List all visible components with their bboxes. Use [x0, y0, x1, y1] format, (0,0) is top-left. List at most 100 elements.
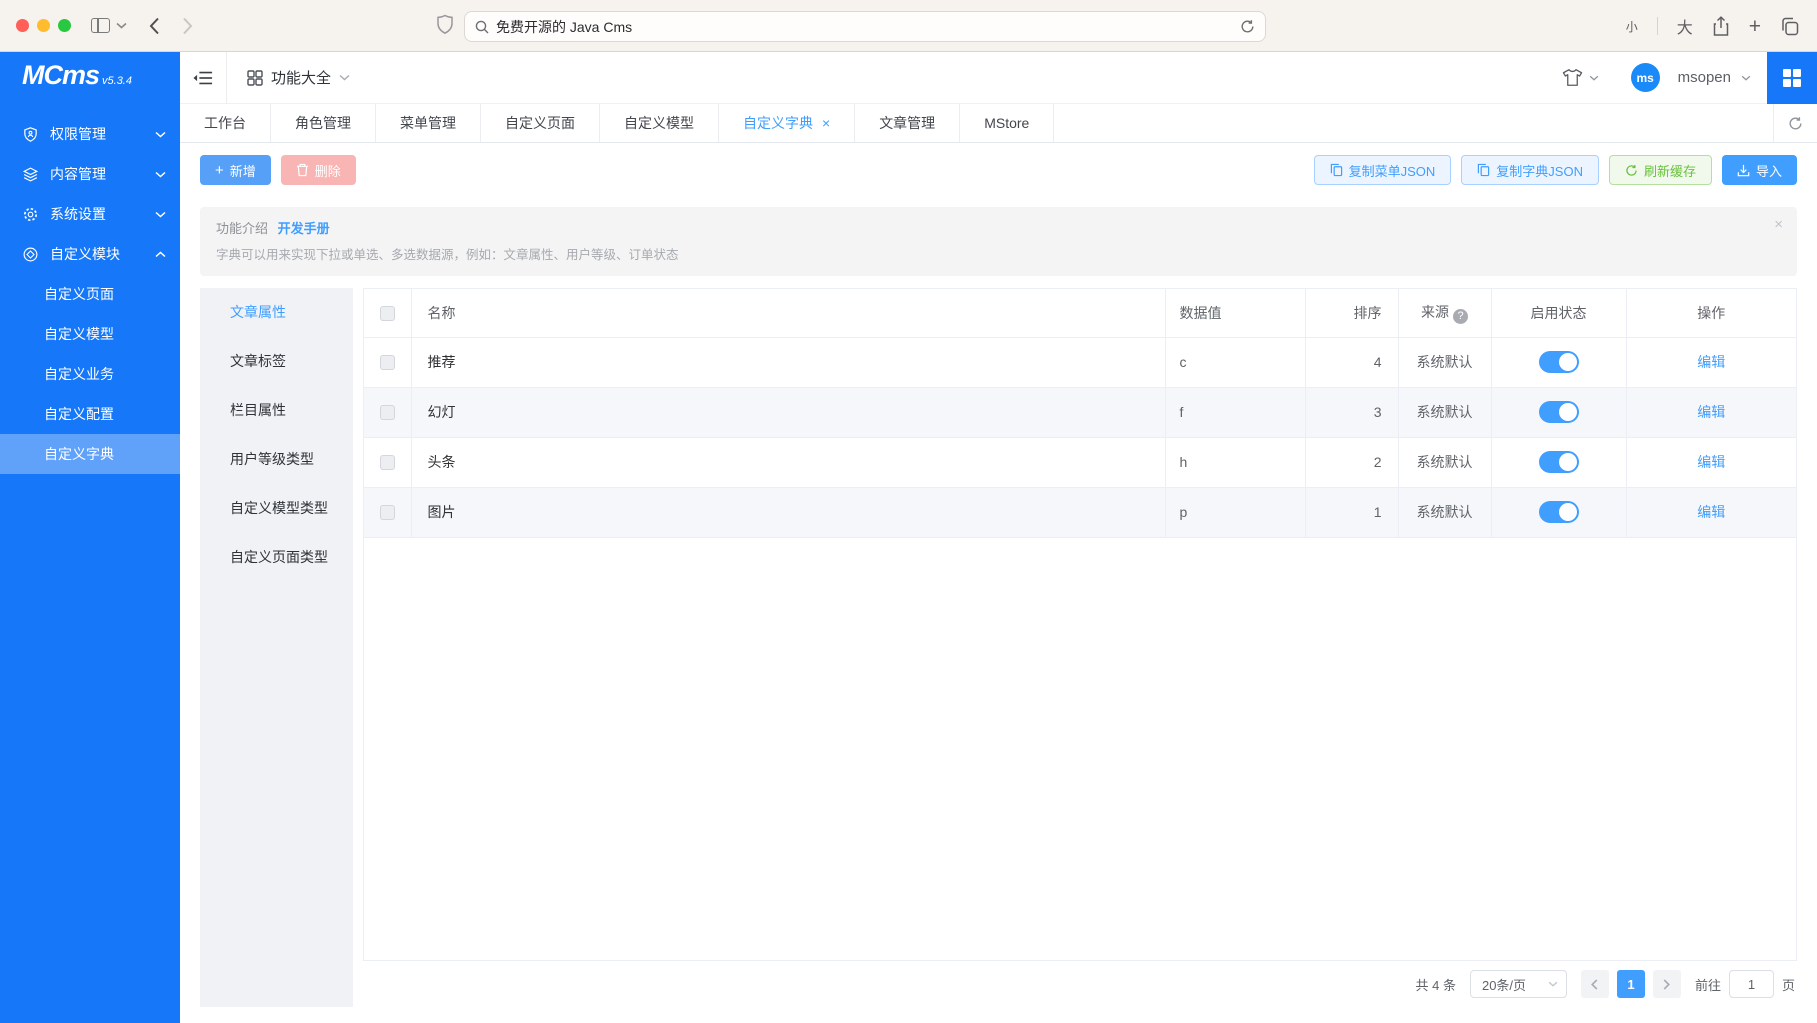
row-checkbox[interactable]: [380, 355, 395, 370]
header-checkbox-cell: [364, 289, 411, 337]
apps-grid-icon: [247, 70, 263, 86]
header-source: 来源?: [1398, 289, 1491, 337]
sidebar-item-permissions[interactable]: 权限管理: [0, 114, 180, 154]
sidebar-item-custom-business[interactable]: 自定义业务: [0, 354, 180, 394]
avatar[interactable]: ms: [1631, 63, 1660, 92]
select-all-checkbox[interactable]: [380, 306, 395, 321]
row-checkbox[interactable]: [380, 455, 395, 470]
prev-page-button[interactable]: [1581, 970, 1609, 998]
edit-link[interactable]: 编辑: [1697, 504, 1725, 520]
dict-nav-article-tag[interactable]: 文章标签: [200, 337, 353, 386]
close-icon[interactable]: ×: [1774, 216, 1783, 233]
chevron-right-icon: [1663, 979, 1670, 990]
cell-action: 编辑: [1626, 437, 1796, 487]
copy-dict-json-button[interactable]: 复制字典JSON: [1461, 155, 1599, 185]
row-checkbox-cell: [364, 487, 411, 537]
row-checkbox[interactable]: [380, 505, 395, 520]
address-bar[interactable]: 免费开源的 Java Cms: [464, 11, 1266, 42]
page-size-value: 20条/页: [1482, 975, 1542, 994]
banner-title: 功能介绍: [216, 221, 268, 236]
back-icon[interactable]: [149, 17, 160, 35]
enable-toggle[interactable]: [1539, 351, 1579, 373]
sidebar-item-settings[interactable]: 系统设置: [0, 194, 180, 234]
toolbar: +新增 删除 复制菜单JSON 复制字典JSON: [200, 155, 1797, 185]
text-larger-button[interactable]: 大: [1677, 14, 1693, 38]
close-window-button[interactable]: [16, 19, 29, 32]
cell-name: 图片: [411, 487, 1165, 537]
next-page-button[interactable]: [1653, 970, 1681, 998]
dict-nav-custom-page-type[interactable]: 自定义页面类型: [200, 533, 353, 582]
chevron-down-icon: [155, 211, 166, 218]
tab-label: 自定义页面: [505, 113, 575, 133]
tab-mstore[interactable]: MStore: [960, 104, 1054, 142]
edit-link[interactable]: 编辑: [1697, 354, 1725, 370]
apps-panel-button[interactable]: [1767, 52, 1817, 104]
dict-nav-article-attr[interactable]: 文章属性: [200, 288, 353, 337]
sidebar-item-content[interactable]: 内容管理: [0, 154, 180, 194]
goto-page-input[interactable]: [1729, 970, 1774, 998]
sidebar-item-custom-model[interactable]: 自定义模型: [0, 314, 180, 354]
tab-overview-icon[interactable]: [1780, 17, 1799, 36]
sidebar-item-label: 自定义模块: [50, 244, 144, 264]
tab-custom-model[interactable]: 自定义模型: [600, 104, 719, 142]
privacy-shield-icon[interactable]: [436, 14, 454, 36]
tab-custom-dict[interactable]: 自定义字典×: [719, 104, 855, 142]
delete-button[interactable]: 删除: [281, 155, 356, 185]
topbar: 功能大全 ms msopen: [180, 52, 1817, 104]
chevron-down-icon[interactable]: [1741, 75, 1751, 81]
import-label: 导入: [1756, 161, 1782, 180]
sidebar-item-custom-modules[interactable]: 自定义模块: [0, 234, 180, 274]
tab-role-management[interactable]: 角色管理: [271, 104, 376, 142]
theme-dropdown[interactable]: [1562, 68, 1599, 87]
edit-link[interactable]: 编辑: [1697, 404, 1725, 420]
row-checkbox[interactable]: [380, 405, 395, 420]
current-page-button[interactable]: 1: [1617, 970, 1645, 998]
help-icon[interactable]: ?: [1453, 309, 1468, 324]
tab-custom-page[interactable]: 自定义页面: [481, 104, 600, 142]
enable-toggle[interactable]: [1539, 401, 1579, 423]
app-menu-dropdown[interactable]: 功能大全: [247, 67, 350, 88]
dict-nav-user-level[interactable]: 用户等级类型: [200, 435, 353, 484]
minimize-window-button[interactable]: [37, 19, 50, 32]
collapse-menu-button[interactable]: [180, 52, 226, 104]
sidebar-item-custom-dict[interactable]: 自定义字典: [0, 434, 180, 474]
tab-workbench[interactable]: 工作台: [180, 104, 271, 142]
reload-icon[interactable]: [1240, 19, 1255, 34]
import-button[interactable]: 导入: [1722, 155, 1797, 185]
refresh-cache-button[interactable]: 刷新缓存: [1609, 155, 1712, 185]
info-banner: 功能介绍 开发手册 字典可以用来实现下拉或单选、多选数据源，例如：文章属性、用户…: [200, 207, 1797, 276]
refresh-tab-button[interactable]: [1773, 104, 1817, 142]
share-icon[interactable]: [1712, 16, 1730, 37]
tab-menu-management[interactable]: 菜单管理: [376, 104, 481, 142]
tab-article-management[interactable]: 文章管理: [855, 104, 960, 142]
cell-status: [1491, 437, 1626, 487]
toggle-sidebar-icon[interactable]: [91, 18, 110, 33]
dict-nav-custom-model-type[interactable]: 自定义模型类型: [200, 484, 353, 533]
sidebar-item-custom-config[interactable]: 自定义配置: [0, 394, 180, 434]
enable-toggle[interactable]: [1539, 501, 1579, 523]
chevron-down-icon: [339, 74, 350, 81]
add-button[interactable]: +新增: [200, 155, 271, 185]
zoom-window-button[interactable]: [58, 19, 71, 32]
tab-label: 角色管理: [295, 113, 351, 133]
copy-menu-json-button[interactable]: 复制菜单JSON: [1314, 155, 1452, 185]
enable-toggle[interactable]: [1539, 451, 1579, 473]
app-logo: MCms v5.3.4: [0, 60, 180, 108]
text-smaller-button[interactable]: 小: [1626, 18, 1638, 35]
new-tab-icon[interactable]: +: [1749, 16, 1761, 37]
browser-window: 免费开源的 Java Cms 小 大 + MCms v5.3.4 权限管理: [0, 0, 1817, 1023]
table-row: 图片 p 1 系统默认 编辑: [364, 487, 1796, 537]
shield-icon: [22, 126, 39, 143]
edit-link[interactable]: 编辑: [1697, 454, 1725, 470]
sidebar-item-custom-page[interactable]: 自定义页面: [0, 274, 180, 314]
close-icon[interactable]: ×: [822, 115, 830, 131]
page-size-select[interactable]: 20条/页: [1470, 970, 1567, 998]
table-row: 推荐 c 4 系统默认 编辑: [364, 337, 1796, 387]
dict-nav-column-attr[interactable]: 栏目属性: [200, 386, 353, 435]
chevron-down-icon: [1589, 75, 1599, 81]
dev-manual-link[interactable]: 开发手册: [278, 221, 330, 236]
cell-source: 系统默认: [1398, 487, 1491, 537]
delete-button-label: 删除: [315, 161, 341, 180]
chevron-down-icon[interactable]: [116, 22, 127, 29]
tab-label: 菜单管理: [400, 113, 456, 133]
